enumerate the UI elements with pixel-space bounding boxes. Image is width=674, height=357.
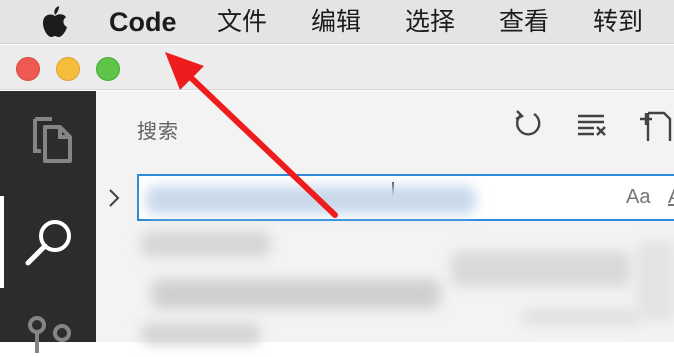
activity-bar bbox=[0, 91, 96, 353]
maximize-window-button[interactable] bbox=[96, 57, 120, 81]
menu-selection[interactable]: 选择 bbox=[405, 6, 455, 38]
search-icon bbox=[0, 220, 96, 292]
search-sidebar: 搜索 Aa A bbox=[96, 91, 674, 345]
menu-bar: Code 文件 编辑 选择 查看 转到 bbox=[0, 0, 674, 44]
menu-view[interactable]: 查看 bbox=[499, 6, 549, 38]
refresh-icon[interactable] bbox=[510, 107, 546, 141]
toggle-replace-chevron-icon[interactable] bbox=[106, 187, 122, 209]
blurred-search-text bbox=[146, 186, 476, 214]
blurred-region bbox=[636, 241, 674, 321]
source-control-icon bbox=[0, 316, 96, 357]
minimize-window-button[interactable] bbox=[56, 57, 80, 81]
blurred-result-header bbox=[141, 231, 271, 257]
window-title-bar bbox=[0, 45, 674, 90]
blurred-watermark bbox=[521, 309, 641, 325]
new-file-icon[interactable] bbox=[638, 107, 674, 141]
activity-explorer[interactable] bbox=[0, 109, 96, 165]
blurred-result-tag bbox=[451, 251, 631, 287]
menu-file[interactable]: 文件 bbox=[217, 6, 267, 38]
activity-source-control[interactable] bbox=[0, 313, 96, 353]
blurred-result-line bbox=[151, 279, 441, 309]
activity-search[interactable] bbox=[0, 196, 96, 288]
apple-logo-icon[interactable] bbox=[38, 6, 72, 38]
clear-results-icon[interactable] bbox=[574, 107, 610, 141]
menu-app-name[interactable]: Code bbox=[109, 6, 177, 38]
match-case-toggle[interactable]: Aa bbox=[626, 186, 650, 209]
close-window-button[interactable] bbox=[16, 57, 40, 81]
sidebar-title: 搜索 bbox=[137, 119, 179, 143]
match-whole-word-toggle[interactable]: A bbox=[668, 186, 674, 209]
files-icon bbox=[0, 117, 96, 169]
menu-go[interactable]: 转到 bbox=[593, 6, 643, 38]
menu-edit[interactable]: 编辑 bbox=[311, 6, 361, 38]
active-indicator bbox=[0, 196, 4, 288]
